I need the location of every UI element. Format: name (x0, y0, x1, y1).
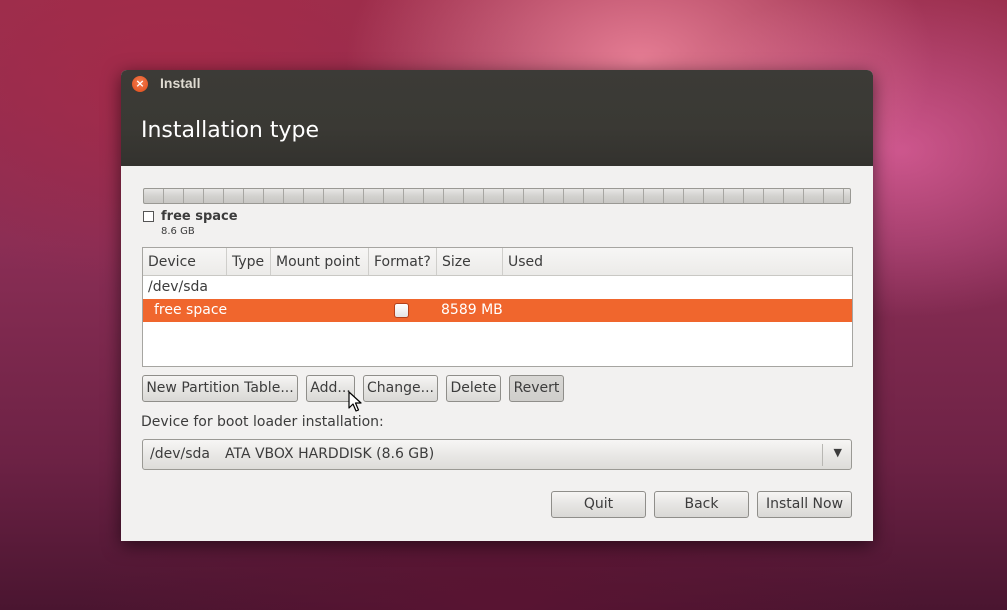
revert-button[interactable]: Revert (509, 375, 564, 402)
window-title: Install (160, 75, 201, 91)
column-header-format[interactable]: Format? (369, 248, 437, 275)
partition-bar (143, 188, 851, 204)
column-header-type[interactable]: Type (227, 248, 271, 275)
quit-button[interactable]: Quit (551, 491, 646, 518)
table-row[interactable]: /dev/sda (143, 276, 852, 299)
column-header-used[interactable]: Used (503, 248, 852, 275)
device-cell: free space (154, 302, 228, 318)
table-row-selected[interactable]: free space 8589 MB (143, 299, 852, 322)
column-header-device[interactable]: Device (143, 248, 227, 275)
column-header-size[interactable]: Size (437, 248, 503, 275)
install-now-button[interactable]: Install Now (757, 491, 852, 518)
delete-button[interactable]: Delete (446, 375, 501, 402)
change-button[interactable]: Change... (363, 375, 438, 402)
size-cell: 8589 MB (441, 302, 503, 318)
installer-window: × Install Installation type free space 8… (121, 70, 873, 541)
legend-label: free space (161, 209, 238, 224)
close-icon[interactable]: × (132, 76, 148, 92)
partition-table: Device Type Mount point Format? Size Use… (142, 247, 853, 367)
column-header-mount-point[interactable]: Mount point (271, 248, 369, 275)
format-checkbox[interactable] (394, 303, 409, 318)
chevron-down-icon[interactable]: ▼ (834, 446, 842, 459)
page-title: Installation type (141, 118, 319, 143)
new-partition-table-button[interactable]: New Partition Table... (142, 375, 298, 402)
boot-loader-label: Device for boot loader installation: (141, 414, 384, 430)
title-bar: × Install Installation type (121, 70, 873, 166)
free-space-legend-swatch (143, 211, 154, 222)
combo-separator (822, 444, 823, 466)
table-header: Device Type Mount point Format? Size Use… (143, 248, 852, 276)
mouse-pointer-icon (348, 391, 362, 412)
boot-device-value: /dev/sda (150, 446, 210, 462)
boot-device-description: ATA VBOX HARDDISK (8.6 GB) (225, 446, 435, 462)
boot-loader-select[interactable]: /dev/sda ATA VBOX HARDDISK (8.6 GB) ▼ (142, 439, 852, 470)
device-cell: /dev/sda (148, 279, 208, 295)
back-button[interactable]: Back (654, 491, 749, 518)
legend-size: 8.6 GB (161, 226, 195, 237)
